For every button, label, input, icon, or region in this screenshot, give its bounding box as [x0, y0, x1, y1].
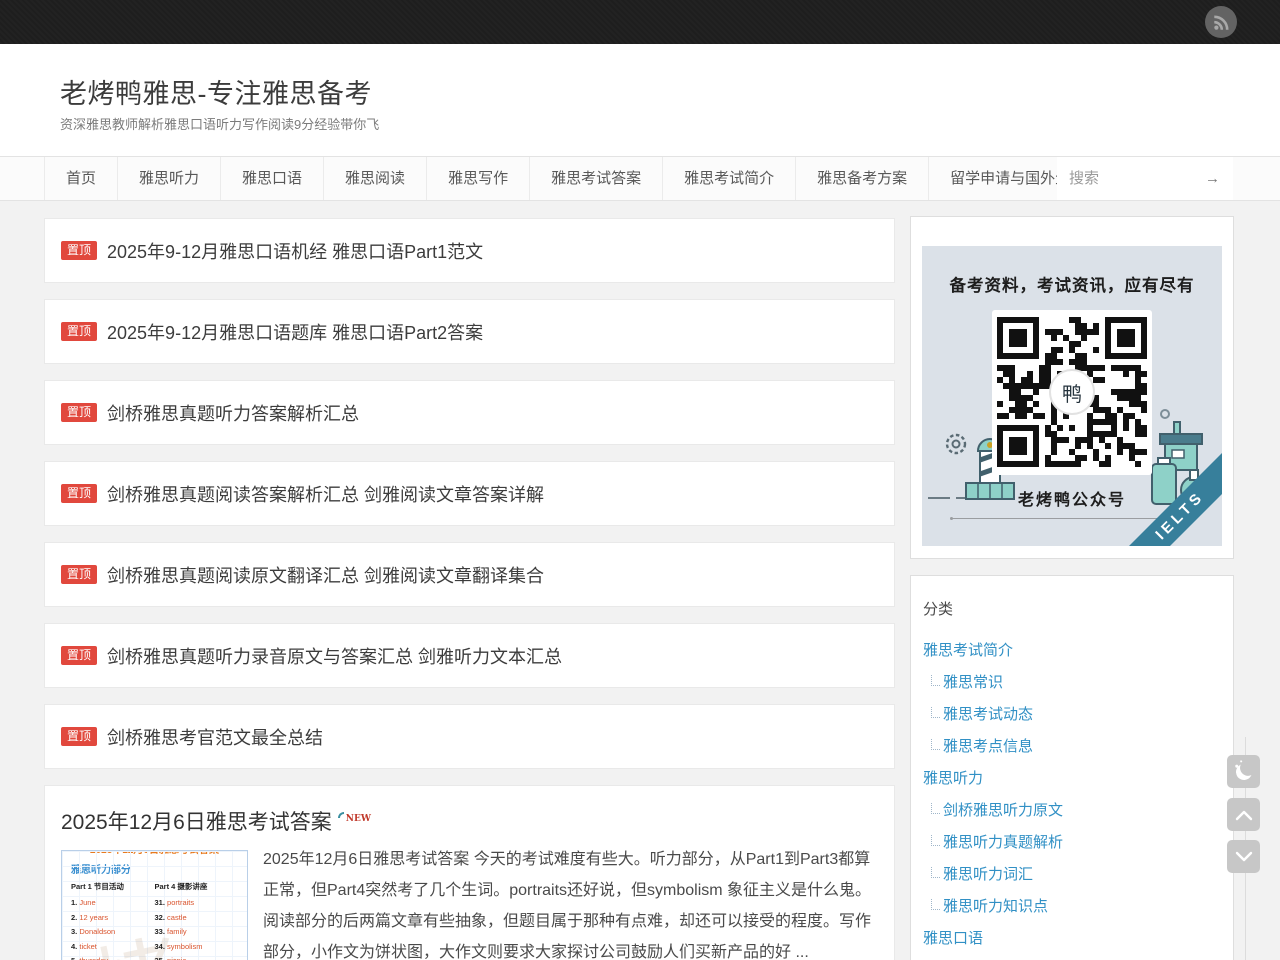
pinned-post-card: 置顶 剑桥雅思真题听力录音原文与答案汇总 剑雅听力文本汇总 — [44, 623, 895, 688]
pinned-badge: 置顶 — [61, 727, 97, 746]
tree-branch-icon — [931, 803, 940, 814]
answer-item: 4. ticket — [71, 940, 155, 955]
tree-branch-icon — [931, 707, 940, 718]
sidebar: 备考资料，考试资讯，应有尽有 鸭 老烤鸭公众号 IELTS 分类 雅思考试简介雅… — [910, 216, 1234, 960]
search-box: → — [1057, 157, 1233, 200]
category-link[interactable]: 雅思口语 — [923, 923, 1221, 955]
qr-slogan: 备考资料，考试资讯，应有尽有 — [922, 272, 1222, 296]
answer-item: 33. family — [155, 925, 239, 940]
pinned-post-card: 置顶 剑桥雅思真题听力答案解析汇总 — [44, 380, 895, 445]
category-link[interactable]: 剑桥雅思听力原文 — [923, 795, 1221, 827]
pinned-posts: 置顶 2025年9-12月雅思口语机经 雅思口语Part1范文 置顶 2025年… — [44, 218, 895, 769]
moon-icon — [1234, 762, 1254, 782]
post-excerpt: 2025年12月6日雅思考试答案 今天的考试难度有些大。听力部分，从Part1到… — [263, 844, 878, 960]
pinned-badge: 置顶 — [61, 646, 97, 665]
category-link[interactable]: 雅思考试动态 — [923, 699, 1221, 731]
topbar — [0, 0, 1280, 44]
answer-item: 1. June — [71, 896, 155, 911]
qr-divider-line — [952, 518, 1188, 519]
post-title-link[interactable]: 剑桥雅思考官范文最全总结 — [107, 724, 323, 750]
post-thumbnail-image[interactable]: 2025年12月6日雅思考试答案 雅思听力部分 Part 1 节目活动 1. J… — [61, 850, 248, 960]
category-link[interactable]: 雅思听力真题解析 — [923, 827, 1221, 859]
thumbnail-answers-col1: 1. June2. 12 years3. Donaldson4. ticket5… — [71, 896, 155, 960]
site-title[interactable]: 老烤鸭雅思-专注雅思备考 — [60, 72, 372, 111]
new-icon: NEW — [338, 814, 371, 824]
answer-item: 31. portraits — [155, 896, 239, 911]
pinned-post-card: 置顶 2025年9-12月雅思口语机经 雅思口语Part1范文 — [44, 218, 895, 283]
site-tagline: 资深雅思教师解析雅思口语听力写作阅读9分经验带你飞 — [60, 114, 379, 133]
pinned-badge: 置顶 — [61, 322, 97, 341]
tree-branch-icon — [931, 899, 940, 910]
answer-item: 5. thursday — [71, 954, 155, 960]
post-title-link[interactable]: 剑桥雅思真题阅读原文翻译汇总 剑雅阅读文章翻译集合 — [107, 562, 544, 588]
rss-button[interactable] — [1205, 6, 1237, 38]
scroll-top-button[interactable] — [1227, 798, 1260, 831]
thumbnail-answers-col2: 31. portraits32. castle33. family34. sym… — [155, 896, 239, 960]
site-header: 老烤鸭雅思-专注雅思备考 资深雅思教师解析雅思口语听力写作阅读9分经验带你飞 — [0, 44, 1280, 156]
categories-list: 雅思考试简介雅思常识雅思考试动态雅思考点信息雅思听力剑桥雅思听力原文雅思听力真题… — [923, 635, 1221, 955]
pinned-post-card: 置顶 剑桥雅思考官范文最全总结 — [44, 704, 895, 769]
answer-item: 35. picnic — [155, 954, 239, 960]
post-title-link[interactable]: 2025年9-12月雅思口语题库 雅思口语Part2答案 — [107, 319, 483, 345]
search-input[interactable] — [1057, 170, 1192, 187]
pinned-post-card: 置顶 剑桥雅思真题阅读答案解析汇总 剑雅阅读文章答案详解 — [44, 461, 895, 526]
thumbnail-col2-header: Part 4 摄影讲座 — [155, 881, 239, 892]
night-mode-button[interactable] — [1227, 755, 1260, 788]
category-link[interactable]: 雅思常识 — [923, 667, 1221, 699]
featured-post-title[interactable]: 2025年12月6日雅思考试答案 NEW — [61, 806, 878, 836]
nav-item[interactable]: 雅思阅读 — [324, 157, 427, 200]
answer-item: 3. Donaldson — [71, 925, 155, 940]
answer-item: 34. symbolism — [155, 940, 239, 955]
pinned-post-card: 置顶 2025年9-12月雅思口语题库 雅思口语Part2答案 — [44, 299, 895, 364]
post-title-link[interactable]: 剑桥雅思真题听力录音原文与答案汇总 剑雅听力文本汇总 — [107, 643, 562, 669]
category-link[interactable]: 雅思听力知识点 — [923, 891, 1221, 923]
post-title-link[interactable]: 2025年9-12月雅思口语机经 雅思口语Part1范文 — [107, 238, 483, 264]
answer-item: 2. 12 years — [71, 911, 155, 926]
tree-branch-icon — [931, 867, 940, 878]
pinned-badge: 置顶 — [61, 241, 97, 260]
nav-item[interactable]: 雅思写作 — [427, 157, 530, 200]
nav-item[interactable]: 雅思备考方案 — [796, 157, 929, 200]
answer-item: 32. castle — [155, 911, 239, 926]
qr-code: 鸭 — [992, 310, 1152, 475]
tree-branch-icon — [931, 675, 940, 686]
scroll-bottom-button[interactable] — [1227, 840, 1260, 873]
chevron-up-icon — [1235, 809, 1253, 821]
thumbnail-col1-header: Part 1 节目活动 — [71, 881, 155, 892]
featured-post-card: 2025年12月6日雅思考试答案 NEW 2025年12月6日雅思考试答案 雅思听… — [44, 785, 895, 960]
pinned-badge: 置顶 — [61, 484, 97, 503]
pinned-badge: 置顶 — [61, 403, 97, 422]
nav-item[interactable]: 雅思口语 — [221, 157, 324, 200]
main-nav: 首页雅思听力雅思口语雅思阅读雅思写作雅思考试答案雅思考试简介雅思备考方案留学申请… — [0, 156, 1280, 201]
nav-item[interactable]: 首页 — [44, 157, 118, 200]
post-list: 置顶 2025年9-12月雅思口语机经 雅思口语Part1范文 置顶 2025年… — [44, 218, 895, 960]
category-link[interactable]: 雅思考试简介 — [923, 635, 1221, 667]
tree-branch-icon — [931, 835, 940, 846]
nav-item[interactable]: 雅思考试简介 — [663, 157, 796, 200]
pinned-badge: 置顶 — [61, 565, 97, 584]
chevron-down-icon — [1235, 851, 1253, 863]
nav-menu: 首页雅思听力雅思口语雅思阅读雅思写作雅思考试答案雅思考试简介雅思备考方案留学申请… — [44, 157, 1107, 200]
featured-title-text[interactable]: 2025年12月6日雅思考试答案 — [61, 811, 332, 834]
post-title-link[interactable]: 剑桥雅思真题阅读答案解析汇总 剑雅阅读文章答案详解 — [107, 481, 544, 507]
category-link[interactable]: 雅思考点信息 — [923, 731, 1221, 763]
wechat-qr-image: 备考资料，考试资讯，应有尽有 鸭 老烤鸭公众号 IELTS — [922, 246, 1222, 546]
page: 老烤鸭雅思-专注雅思备考 资深雅思教师解析雅思口语听力写作阅读9分经验带你飞 首… — [0, 0, 1280, 960]
nav-item[interactable]: 雅思考试答案 — [530, 157, 663, 200]
tree-branch-icon — [931, 739, 940, 750]
search-submit-icon[interactable]: → — [1205, 170, 1233, 187]
category-link[interactable]: 雅思听力词汇 — [923, 859, 1221, 891]
categories-widget-title: 分类 — [923, 598, 1221, 619]
qr-center-logo: 鸭 — [1049, 369, 1095, 415]
qr-widget: 备考资料，考试资讯，应有尽有 鸭 老烤鸭公众号 IELTS — [910, 216, 1234, 559]
category-link[interactable]: 雅思听力 — [923, 763, 1221, 795]
rss-icon — [1213, 14, 1230, 31]
pinned-post-card: 置顶 剑桥雅思真题阅读原文翻译汇总 剑雅阅读文章翻译集合 — [44, 542, 895, 607]
post-title-link[interactable]: 剑桥雅思真题听力答案解析汇总 — [107, 400, 359, 426]
nav-item[interactable]: 雅思听力 — [118, 157, 221, 200]
categories-widget: 分类 雅思考试简介雅思常识雅思考试动态雅思考点信息雅思听力剑桥雅思听力原文雅思听… — [910, 575, 1234, 960]
